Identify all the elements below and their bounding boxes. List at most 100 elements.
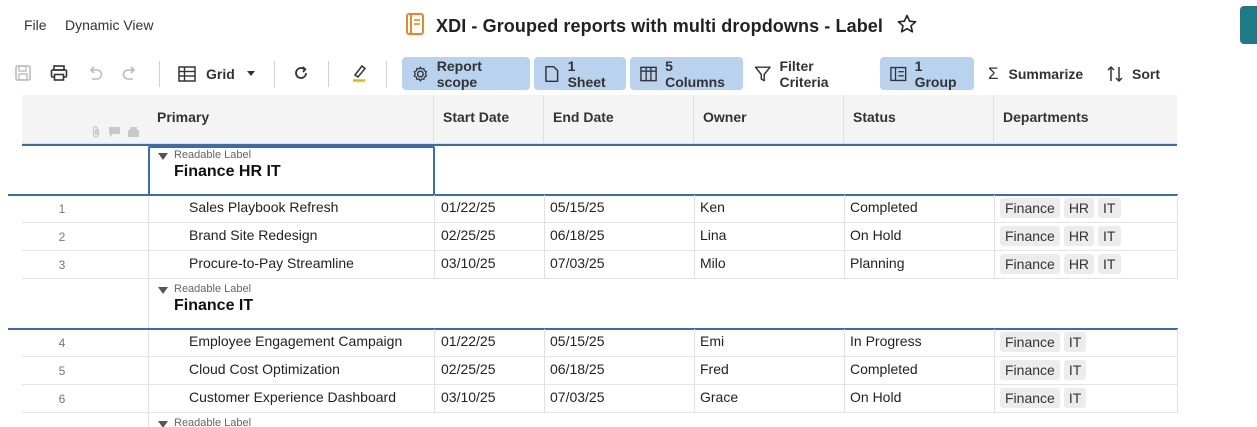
filter-criteria-label: Filter Criteria bbox=[779, 57, 829, 90]
gear-icon bbox=[413, 65, 428, 82]
department-tag: HR bbox=[1063, 198, 1095, 218]
view-switcher-button[interactable]: Grid bbox=[178, 57, 255, 90]
cell-owner[interactable]: Ken bbox=[700, 199, 725, 215]
cell-start-date[interactable]: 01/22/25 bbox=[441, 333, 496, 349]
cell-status[interactable]: On Hold bbox=[850, 227, 901, 243]
table-row[interactable]: 5 Cloud Cost Optimization 02/25/25 06/18/25… bbox=[22, 357, 1177, 385]
department-tag: HR bbox=[1063, 226, 1095, 246]
header-start-date[interactable]: Start Date bbox=[434, 95, 544, 144]
collapse-triangle-icon[interactable] bbox=[158, 287, 168, 294]
department-tag: Finance bbox=[1000, 198, 1060, 218]
cell-departments[interactable]: Finance IT bbox=[1000, 332, 1090, 352]
cell-owner[interactable]: Grace bbox=[700, 389, 738, 405]
cell-primary[interactable]: Sales Playbook Refresh bbox=[189, 199, 338, 215]
title-area: XDI - Grouped reports with multi dropdow… bbox=[404, 12, 917, 40]
cell-end-date[interactable]: 05/15/25 bbox=[550, 333, 605, 349]
collapse-triangle-icon[interactable] bbox=[158, 421, 168, 427]
cell-owner[interactable]: Milo bbox=[700, 255, 726, 271]
cell-status[interactable]: Planning bbox=[850, 255, 905, 271]
cell-owner[interactable]: Emi bbox=[700, 333, 724, 349]
table-row[interactable]: 3 Procure-to-Pay Streamline 03/10/25 07/03/… bbox=[22, 251, 1177, 279]
column-divider bbox=[434, 195, 435, 279]
header-primary[interactable]: Primary bbox=[148, 95, 434, 144]
top-bar: File Dynamic View XDI - Grouped reports … bbox=[0, 0, 1257, 50]
cell-end-date[interactable]: 07/03/25 bbox=[550, 389, 605, 405]
column-divider bbox=[544, 329, 545, 413]
cell-end-date[interactable]: 07/03/25 bbox=[550, 255, 605, 271]
cell-start-date[interactable]: 02/25/25 bbox=[441, 227, 496, 243]
group-title: Finance IT bbox=[174, 297, 254, 314]
department-tag: Finance bbox=[1000, 226, 1060, 246]
department-tag: IT bbox=[1063, 332, 1087, 352]
header-departments[interactable]: Departments bbox=[994, 95, 1177, 144]
row-number: 1 bbox=[58, 202, 66, 216]
department-tag: Finance bbox=[1000, 360, 1060, 380]
table-row[interactable]: 1 Sales Playbook Refresh 01/22/25 05/15/25 K… bbox=[22, 195, 1177, 223]
report-scope-button[interactable]: Report scope bbox=[402, 57, 530, 90]
group-button[interactable]: 1 Group bbox=[880, 57, 974, 90]
cell-status[interactable]: In Progress bbox=[850, 333, 922, 349]
column-divider bbox=[994, 329, 995, 413]
column-divider bbox=[694, 329, 695, 413]
cell-start-date[interactable]: 03/10/25 bbox=[441, 255, 496, 271]
highlight-icon[interactable] bbox=[348, 62, 370, 84]
table-row[interactable]: 2 Brand Site Redesign 02/25/25 06/18/25 Lina… bbox=[22, 223, 1177, 251]
cell-start-date[interactable]: 02/25/25 bbox=[441, 361, 496, 377]
columns-button[interactable]: 5 Columns bbox=[630, 57, 743, 90]
menu-file[interactable]: File bbox=[24, 17, 47, 33]
row-indicator-icons bbox=[90, 125, 140, 143]
cell-end-date[interactable]: 06/18/25 bbox=[550, 361, 605, 377]
side-panel-tab[interactable] bbox=[1240, 6, 1257, 44]
menu-dynamic-view[interactable]: Dynamic View bbox=[65, 17, 153, 33]
header-end-date[interactable]: End Date bbox=[544, 95, 694, 144]
cell-primary[interactable]: Brand Site Redesign bbox=[189, 227, 317, 243]
selected-cell[interactable] bbox=[148, 146, 435, 196]
save-icon[interactable] bbox=[12, 62, 34, 84]
print-icon[interactable] bbox=[48, 62, 70, 84]
cell-end-date[interactable]: 06/18/25 bbox=[550, 227, 605, 243]
cell-departments[interactable]: Finance HR IT bbox=[1000, 226, 1125, 246]
column-divider bbox=[1177, 329, 1178, 413]
sheets-button[interactable]: 1 Sheet bbox=[534, 57, 626, 90]
redo-icon[interactable] bbox=[119, 62, 141, 84]
filter-criteria-button[interactable]: Filter Criteria bbox=[744, 57, 874, 90]
group-field-label: Readable Label bbox=[174, 417, 252, 427]
cell-status[interactable]: On Hold bbox=[850, 389, 901, 405]
header-owner[interactable]: Owner bbox=[694, 95, 844, 144]
row-number: 2 bbox=[58, 230, 66, 244]
cell-start-date[interactable]: 03/10/25 bbox=[441, 389, 496, 405]
toolbar-divider bbox=[386, 61, 387, 87]
cell-owner[interactable]: Lina bbox=[700, 227, 726, 243]
cell-primary[interactable]: Employee Engagement Campaign bbox=[189, 333, 402, 349]
table-row[interactable]: 6 Customer Experience Dashboard 03/10/25 07… bbox=[22, 385, 1177, 413]
columns-label: 5 Columns bbox=[665, 57, 725, 90]
cell-departments[interactable]: Finance IT bbox=[1000, 360, 1090, 380]
department-tag: HR bbox=[1063, 254, 1095, 274]
cell-departments[interactable]: Finance HR IT bbox=[1000, 198, 1125, 218]
cell-primary[interactable]: Cloud Cost Optimization bbox=[189, 361, 340, 377]
cell-primary[interactable]: Customer Experience Dashboard bbox=[189, 389, 396, 405]
undo-icon[interactable] bbox=[84, 62, 106, 84]
sort-button[interactable]: Sort bbox=[1096, 57, 1172, 90]
header-status[interactable]: Status bbox=[844, 95, 994, 144]
cell-status[interactable]: Completed bbox=[850, 199, 918, 215]
cell-end-date[interactable]: 05/15/25 bbox=[550, 199, 605, 215]
proof-icon bbox=[127, 125, 140, 143]
sheet-icon bbox=[545, 65, 559, 82]
cell-owner[interactable]: Fred bbox=[700, 361, 729, 377]
cell-start-date[interactable]: 01/22/25 bbox=[441, 199, 496, 215]
refresh-icon[interactable] bbox=[290, 62, 312, 84]
summarize-button[interactable]: Σ Summarize bbox=[978, 57, 1096, 90]
column-divider bbox=[434, 329, 435, 413]
cell-status[interactable]: Completed bbox=[850, 361, 918, 377]
cell-primary[interactable]: Procure-to-Pay Streamline bbox=[189, 255, 354, 271]
grid-icon bbox=[178, 65, 196, 82]
toolbar: Grid Report scope 1 Sheet 5 Columns Filt… bbox=[0, 52, 1257, 94]
star-icon[interactable] bbox=[897, 14, 917, 39]
cell-departments[interactable]: Finance IT bbox=[1000, 388, 1090, 408]
toolbar-divider bbox=[328, 61, 329, 87]
comment-icon bbox=[108, 125, 121, 143]
cell-departments[interactable]: Finance HR IT bbox=[1000, 254, 1125, 274]
table-row[interactable]: 4 Employee Engagement Campaign 01/22/25 05/… bbox=[22, 329, 1177, 357]
toolbar-divider bbox=[274, 61, 275, 87]
